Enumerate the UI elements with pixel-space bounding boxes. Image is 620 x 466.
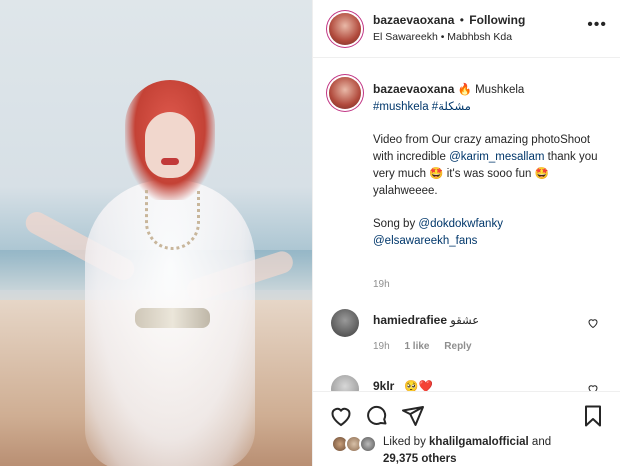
face — [145, 112, 195, 178]
liker-avatars[interactable] — [331, 435, 391, 457]
liked-by-text: Liked by khalilgamalofficial and 29,375 … — [383, 434, 551, 466]
separator-dot: • — [459, 13, 464, 27]
woman-figure — [20, 60, 296, 466]
comment-text: hamiedrafiee عشقو — [373, 313, 479, 327]
caption-time: 19h — [373, 279, 390, 290]
comment-heart-icon[interactable] — [587, 383, 599, 391]
location-link[interactable]: El Sawareekh • Mabhbsh Kda — [373, 31, 512, 43]
post-media[interactable] — [0, 0, 312, 466]
action-bar: Liked by khalilgamalofficial and 29,375 … — [313, 391, 620, 466]
lips — [161, 158, 179, 165]
song-prefix: Song by — [373, 218, 419, 230]
liker-avatar — [359, 435, 377, 453]
author-avatar[interactable] — [329, 13, 361, 45]
liked-mid: and — [528, 436, 552, 448]
mention-dokdok[interactable]: @dokdokwfanky — [418, 218, 503, 230]
caption-title: 🔥 Mushkela — [457, 84, 525, 96]
header-title: bazaevaoxana • Following — [373, 13, 525, 27]
comment-likes[interactable]: 1 like — [404, 341, 429, 352]
commenter-avatar[interactable] — [331, 375, 359, 391]
comment-meta: 19h 1 like Reply — [373, 341, 484, 352]
liked-user[interactable]: khalilgamalofficial — [429, 436, 529, 448]
heart-icon[interactable] — [329, 404, 353, 428]
caption-song: Song by @dokdokwfanky @elsawareekh_fans — [373, 216, 609, 250]
belt — [135, 308, 210, 328]
share-icon[interactable] — [401, 404, 425, 428]
caption-hashtags[interactable]: #mushkela #مشكلة — [373, 99, 609, 116]
reply-button[interactable]: Reply — [444, 341, 471, 352]
comment-icon[interactable] — [365, 404, 389, 428]
comment-body: عشقو — [450, 315, 480, 327]
liked-prefix: Liked by — [383, 436, 430, 448]
mention-elsawareekh[interactable]: @elsawareekh_fans — [373, 235, 477, 247]
following-button[interactable]: Following — [469, 13, 525, 27]
necklace — [145, 190, 200, 250]
likes-count[interactable]: 29,375 others — [383, 453, 457, 465]
comment-body: 🥺❤️ — [404, 381, 433, 391]
comments-scroll[interactable]: bazaevaoxana 🔥 Mushkela #mushkela #مشكلة… — [313, 59, 620, 391]
comment-time: 19h — [373, 341, 390, 352]
commenter-username[interactable]: hamiedrafiee — [373, 313, 447, 327]
post-sidebar: bazaevaoxana • Following El Sawareekh • … — [312, 0, 620, 466]
author-username[interactable]: bazaevaoxana — [373, 13, 454, 27]
caption-avatar[interactable] — [329, 77, 361, 109]
commenter-avatar[interactable] — [331, 309, 359, 337]
caption-text: bazaevaoxana 🔥 Mushkela #mushkela #مشكلة… — [373, 81, 609, 250]
more-icon[interactable]: ••• — [587, 17, 607, 33]
mention-karim[interactable]: @karim_mesallam — [449, 151, 544, 163]
caption-body: Video from Our crazy amazing photoShoot … — [373, 132, 609, 200]
caption-username[interactable]: bazaevaoxana — [373, 82, 454, 96]
commenter-username[interactable]: 9klr_ — [373, 379, 401, 391]
post-header: bazaevaoxana • Following El Sawareekh • … — [313, 0, 620, 58]
bookmark-icon[interactable] — [581, 404, 605, 428]
comment-heart-icon[interactable] — [587, 317, 599, 329]
comment-text: 9klr_ 🥺❤️ — [373, 379, 433, 391]
